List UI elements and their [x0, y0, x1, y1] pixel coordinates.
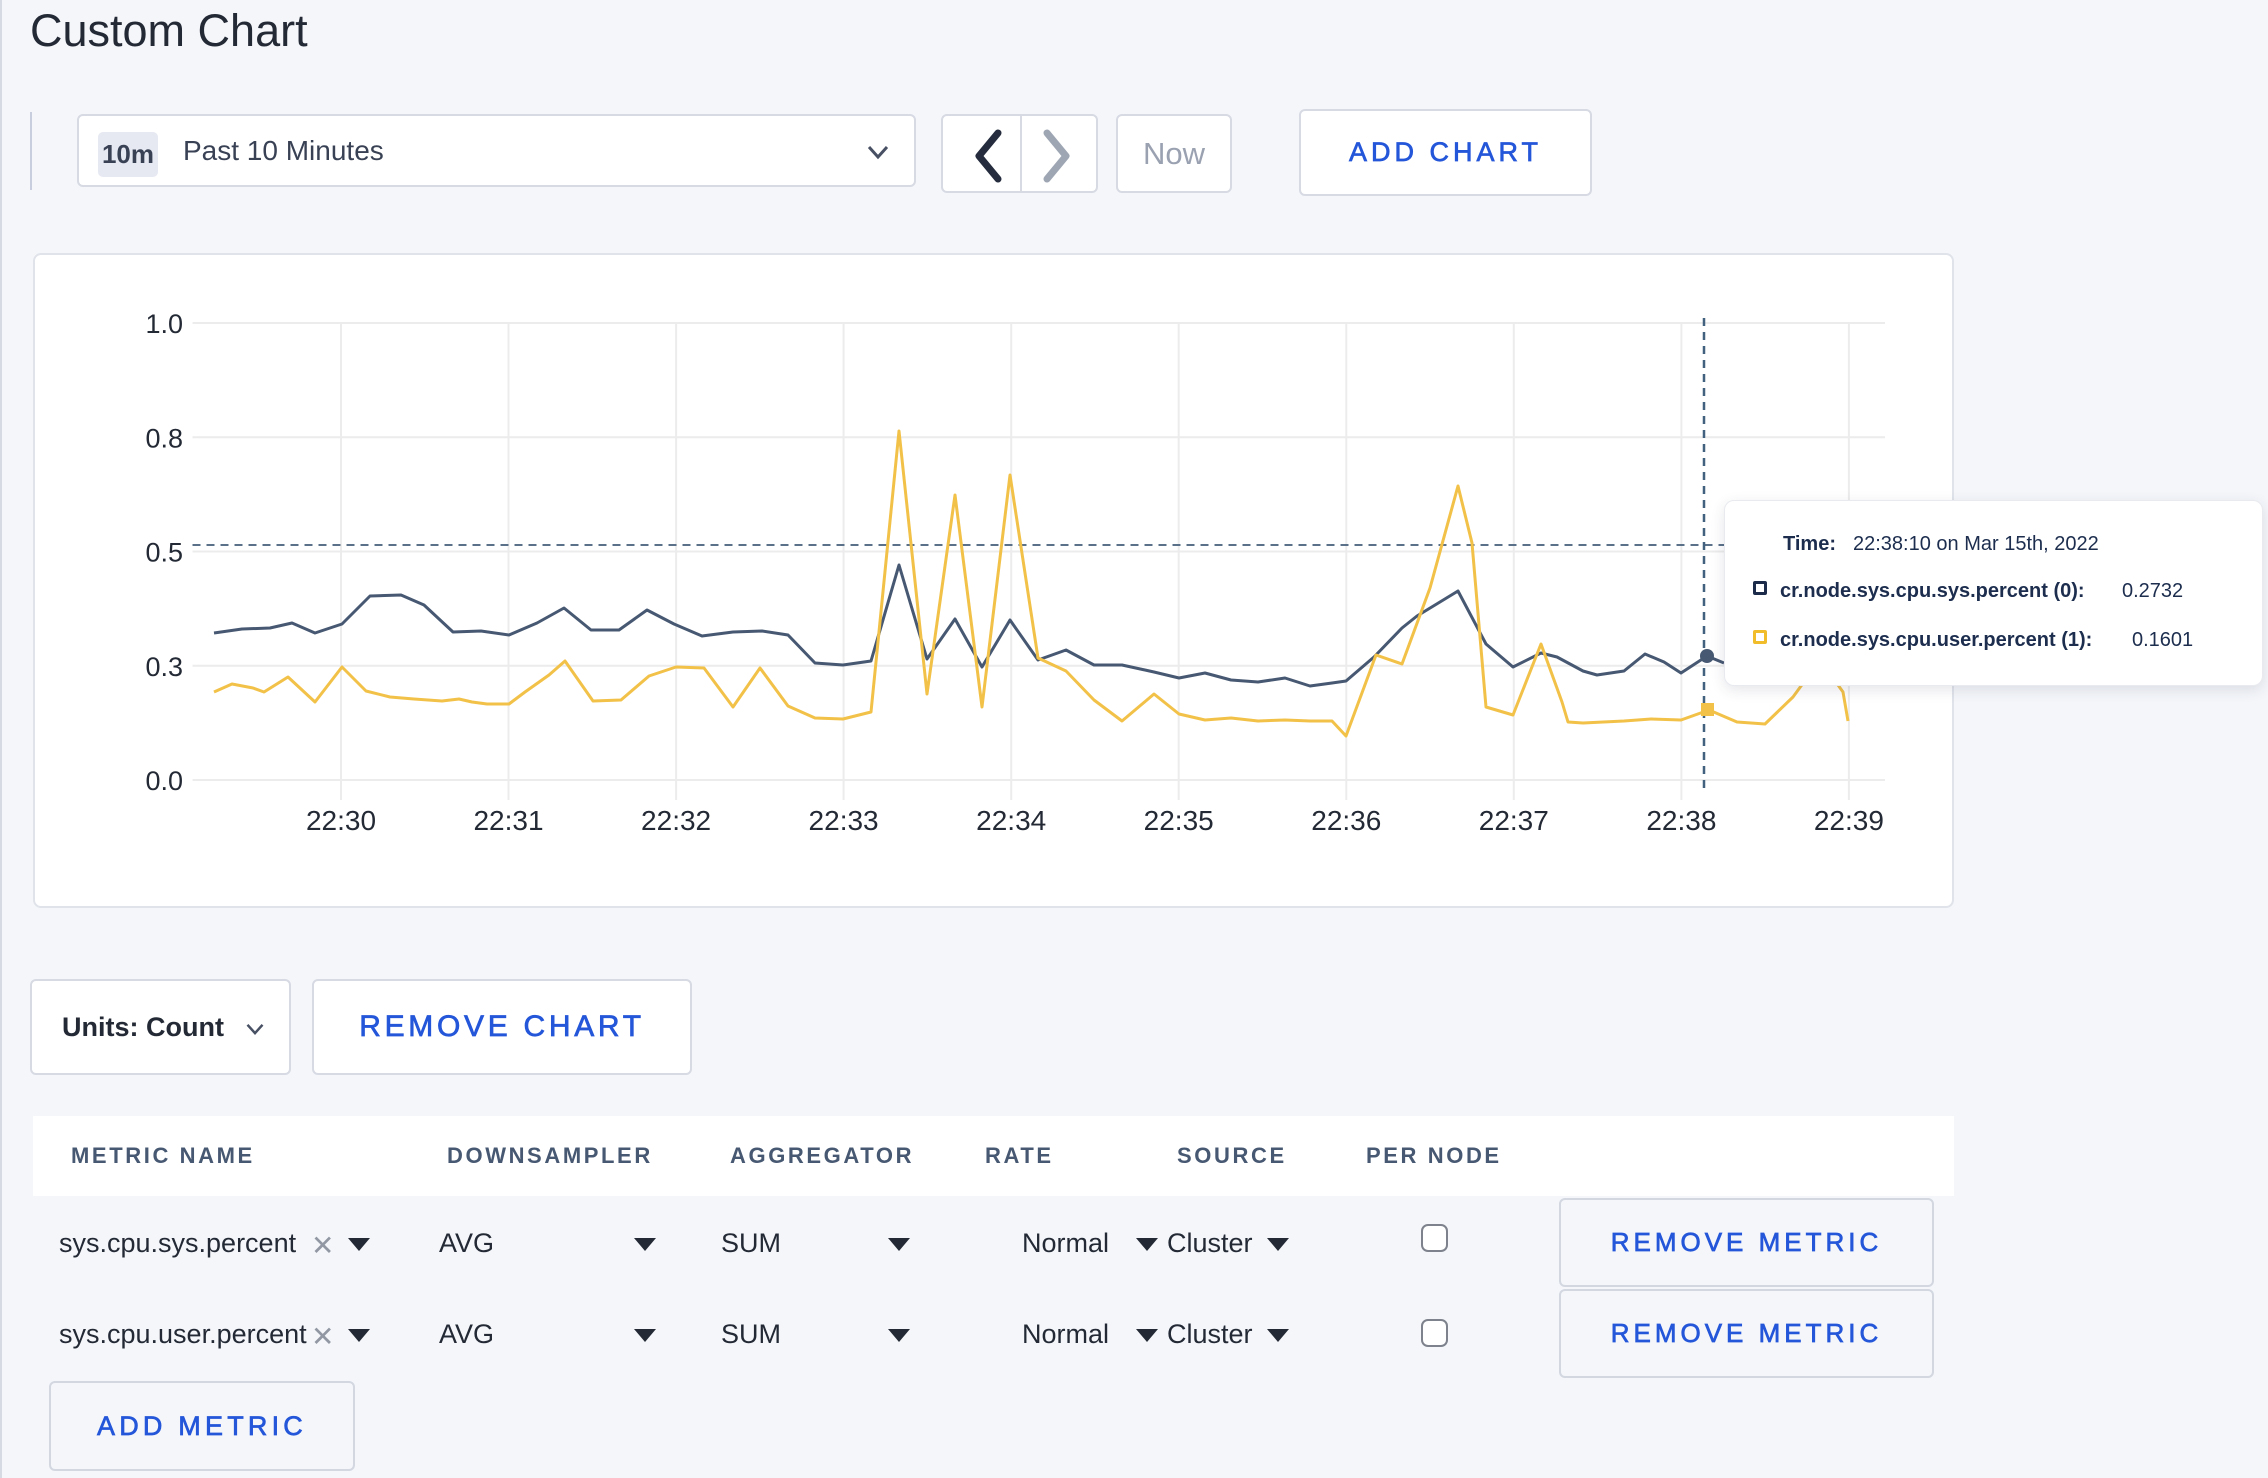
svg-text:22:37: 22:37	[1479, 805, 1549, 836]
svg-text:22:35: 22:35	[1144, 805, 1214, 836]
svg-text:22:30: 22:30	[306, 805, 376, 836]
svg-text:22:32: 22:32	[641, 805, 711, 836]
svg-text:22:36: 22:36	[1311, 805, 1381, 836]
svg-text:22:38: 22:38	[1646, 805, 1716, 836]
svg-text:22:33: 22:33	[809, 805, 879, 836]
svg-text:0.3: 0.3	[145, 652, 183, 682]
svg-text:22:34: 22:34	[976, 805, 1046, 836]
svg-text:22:31: 22:31	[473, 805, 543, 836]
svg-text:22:39: 22:39	[1814, 805, 1884, 836]
svg-text:0.8: 0.8	[145, 423, 183, 453]
svg-text:1.0: 1.0	[145, 309, 183, 339]
svg-text:0.5: 0.5	[145, 538, 183, 568]
svg-text:0.0: 0.0	[145, 766, 183, 796]
